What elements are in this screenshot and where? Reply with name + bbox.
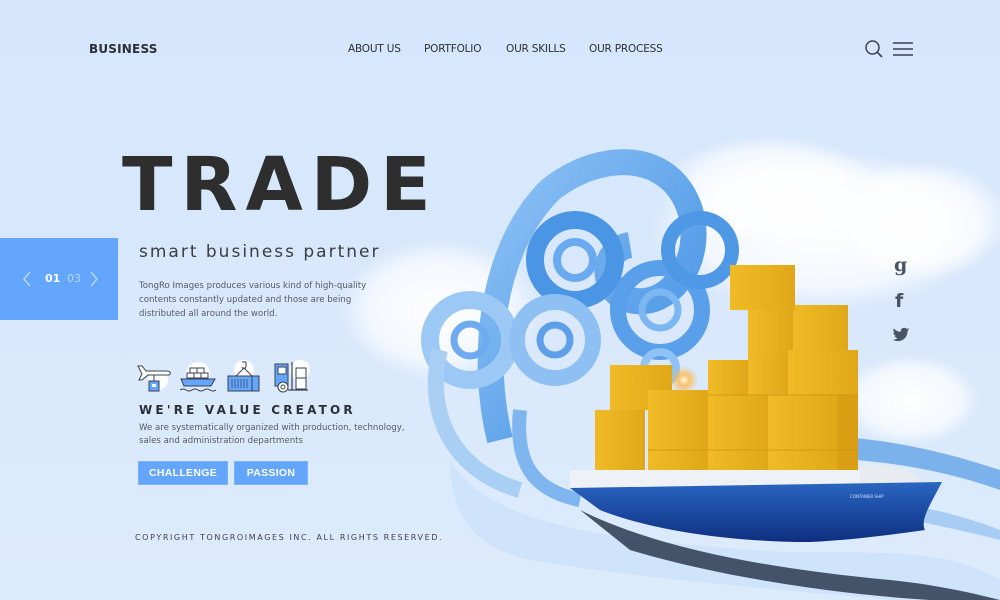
hero-title: TRADE	[122, 142, 439, 228]
chevron-right-icon[interactable]	[89, 271, 99, 287]
nav-portfolio[interactable]: PORTFOLIO	[424, 43, 481, 55]
brand-logo[interactable]: BUSINESS	[89, 42, 158, 56]
value-description: We are systematically organized with pro…	[139, 423, 405, 446]
chevron-left-icon[interactable]	[22, 271, 32, 287]
challenge-button[interactable]: CHALLENGE	[138, 461, 228, 485]
cargo-ship-icon	[179, 362, 217, 392]
container-crane-icon	[227, 360, 260, 392]
nav-our-skills[interactable]: OUR SKILLS	[506, 43, 566, 55]
hero-description: TongRo Images produces various kind of h…	[139, 281, 367, 319]
slider-pagination: 01 03	[0, 238, 118, 320]
hamburger-menu-icon[interactable]	[893, 42, 913, 56]
passion-button[interactable]: PASSION	[234, 461, 308, 485]
search-icon[interactable]	[864, 39, 884, 59]
nav-about-us[interactable]: ABOUT US	[348, 43, 401, 55]
facebook-icon[interactable]: f	[895, 290, 903, 312]
slide-total: 03	[67, 272, 81, 285]
truck-forklift-icon	[274, 360, 310, 393]
airplane-package-icon	[137, 365, 171, 392]
copyright-text: COPYRIGHT TONGROIMAGES INC. ALL RIGHTS R…	[135, 533, 444, 542]
google-icon[interactable]: g	[894, 254, 907, 276]
nav-our-process[interactable]: OUR PROCESS	[589, 43, 663, 55]
twitter-icon[interactable]	[892, 327, 910, 343]
slide-current: 01	[45, 272, 61, 285]
value-title: WE'RE VALUE CREATOR	[139, 403, 356, 417]
ship-label: CONTAINER SHIP	[850, 494, 884, 499]
hero-subtitle: smart business partner	[139, 242, 381, 262]
